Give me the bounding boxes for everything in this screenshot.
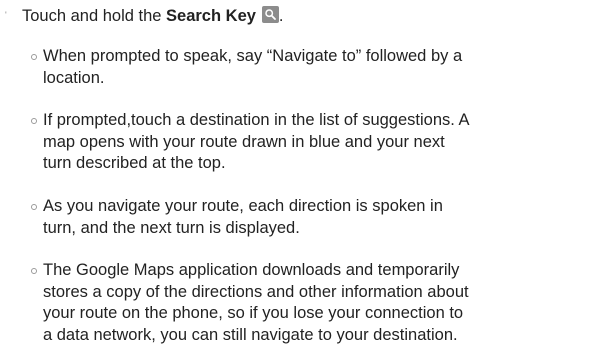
sub-item-text: When prompted to speak, say “Navigate to… — [43, 46, 591, 89]
text-line: location. — [43, 68, 105, 87]
text-line: The Google Maps application downloads an… — [43, 261, 460, 279]
text-line: map opens with your route drawn in blue … — [43, 132, 445, 151]
text-line: turn, and the next turn is displayed. — [43, 218, 300, 237]
main-step-text-before: Touch and hold the — [22, 7, 167, 25]
sub-bullet — [31, 268, 37, 274]
main-step-text-after: . — [278, 7, 284, 25]
instruction-page: ' Touch and hold the Search Key. When pr… — [0, 0, 591, 351]
step-bullet: ' — [5, 10, 7, 20]
text-line: As you navigate your route, each directi… — [43, 197, 443, 215]
text-line: When prompted to speak, say “Navigate to… — [43, 47, 463, 65]
sub-item-text: The Google Maps application downloads an… — [43, 260, 591, 346]
main-step: ' Touch and hold the Search Key. — [0, 4, 591, 28]
sub-bullet — [31, 54, 37, 60]
sub-item-text: As you navigate your route, each directi… — [43, 196, 591, 239]
text-line: a data network, you can still navigate t… — [43, 325, 458, 344]
text-line: turn described at the top. — [43, 154, 226, 172]
text-line: your route on the phone, so if you lose … — [43, 304, 464, 322]
sub-bullet — [31, 118, 37, 124]
search-key-label: Search Key — [166, 7, 256, 25]
search-icon — [261, 6, 279, 23]
sub-bullet — [31, 204, 37, 210]
sub-item-text: If prompted,touch a destination in the l… — [43, 110, 591, 175]
text-line: If prompted,touch a destination in the l… — [43, 111, 470, 129]
main-step-text: Touch and hold the Search Key. — [22, 4, 284, 28]
text-line: stores a copy of the directions and othe… — [43, 282, 469, 301]
